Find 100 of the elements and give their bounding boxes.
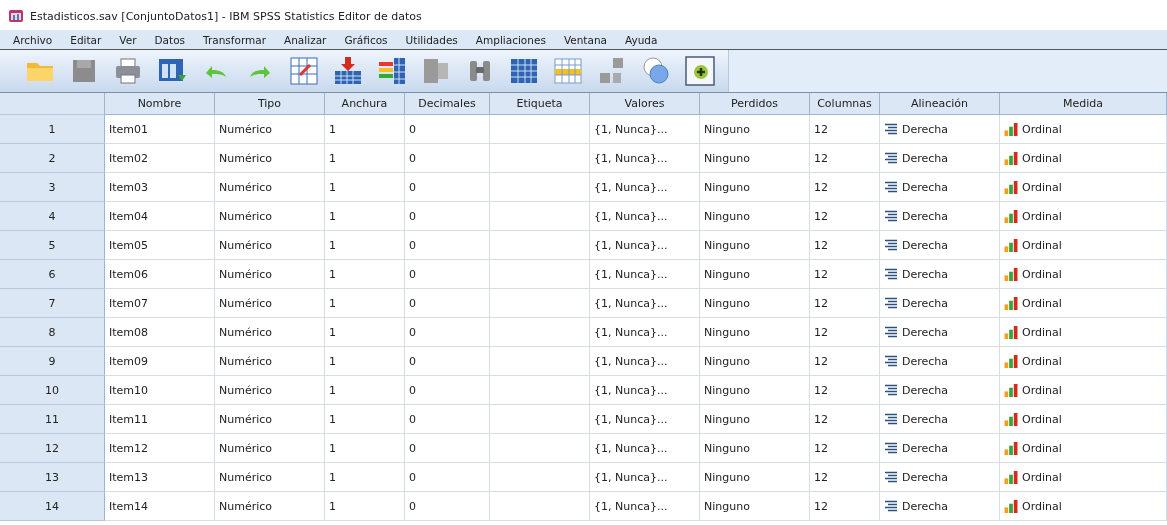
table-cell: 1	[329, 383, 336, 397]
table-cell: Item03	[109, 180, 149, 194]
row-number[interactable]: 10	[0, 376, 105, 405]
table-cell: 12	[814, 238, 828, 252]
column-header[interactable]: Medida	[1000, 93, 1167, 115]
table-cell: 1	[329, 296, 336, 310]
align-right-icon	[884, 122, 898, 136]
align-right-icon	[884, 499, 898, 513]
table-cell: Derecha	[902, 238, 949, 252]
align-right-icon	[884, 180, 898, 194]
table-cell: 12	[814, 267, 828, 281]
menu-item[interactable]: Ayuda	[616, 33, 667, 46]
row-number[interactable]: 3	[0, 173, 105, 202]
table-cell: {1, Nunca}...	[594, 354, 668, 368]
column-header[interactable]: Anchura	[325, 93, 405, 115]
table-cell: {1, Nunca}...	[594, 499, 668, 513]
table-cell: 1	[329, 499, 336, 513]
table-cell: Ordinal	[1022, 499, 1062, 513]
menu-item[interactable]: Utilidades	[396, 33, 467, 46]
table-cell: Ordinal	[1022, 122, 1062, 136]
table-cell: 1	[329, 441, 336, 455]
table-cell: Numérico	[219, 180, 273, 194]
table-cell: Ordinal	[1022, 180, 1062, 194]
row-number[interactable]: 8	[0, 318, 105, 347]
row-number[interactable]: 11	[0, 405, 105, 434]
table-cell: Item14	[109, 499, 149, 513]
menu-item[interactable]: Editar	[61, 33, 111, 46]
row-number[interactable]: 1	[0, 115, 105, 144]
table-cell: Ninguno	[704, 122, 750, 136]
table-cell: Derecha	[902, 383, 949, 397]
bar-chart-icon	[1004, 267, 1018, 281]
row-number[interactable]: 4	[0, 202, 105, 231]
menu-item[interactable]: Datos	[145, 33, 195, 46]
row-number[interactable]: 9	[0, 347, 105, 376]
menu-item[interactable]: Ventana	[554, 33, 616, 46]
table-cell: {1, Nunca}...	[594, 151, 668, 165]
table-cell: 0	[409, 412, 416, 426]
insert-column-icon[interactable]	[376, 55, 408, 87]
table-cell: Ninguno	[704, 383, 750, 397]
column-header[interactable]: Nombre	[105, 93, 215, 115]
add-icon[interactable]	[684, 55, 716, 87]
column-header[interactable]: Tipo	[215, 93, 325, 115]
row-number[interactable]: 7	[0, 289, 105, 318]
table-cell: Derecha	[902, 325, 949, 339]
table-cell: 12	[814, 209, 828, 223]
table-cell: 0	[409, 238, 416, 252]
row-number[interactable]: 12	[0, 434, 105, 463]
row-number[interactable]: 6	[0, 260, 105, 289]
align-right-icon	[884, 238, 898, 252]
menu-item[interactable]: Ampliaciones	[466, 33, 555, 46]
row-number[interactable]: 5	[0, 231, 105, 260]
table-cell: Numérico	[219, 122, 273, 136]
table-cell: Numérico	[219, 296, 273, 310]
row-number[interactable]: 14	[0, 492, 105, 521]
table-cell: Numérico	[219, 441, 273, 455]
table-cell: Item02	[109, 151, 149, 165]
align-right-icon	[884, 151, 898, 165]
table-cell: Ninguno	[704, 151, 750, 165]
table-cell: Numérico	[219, 238, 273, 252]
table-cell: Ordinal	[1022, 267, 1062, 281]
column-header[interactable]: Valores	[590, 93, 700, 115]
menu-item[interactable]: Transformar	[194, 33, 276, 46]
align-right-icon	[884, 267, 898, 281]
bar-chart-icon	[1004, 209, 1018, 223]
column-header[interactable]: Alineación	[880, 93, 1000, 115]
bar-chart-icon	[1004, 296, 1018, 310]
table-icon[interactable]	[552, 55, 584, 87]
column-header[interactable]: Perdidos	[700, 93, 810, 115]
menu-item[interactable]: Gráficos	[335, 33, 397, 46]
align-right-icon	[884, 325, 898, 339]
menu-item[interactable]: Ver	[110, 33, 146, 46]
row-number[interactable]: 2	[0, 144, 105, 173]
insert-row-icon[interactable]	[332, 55, 364, 87]
table-cell: Ordinal	[1022, 412, 1062, 426]
table-cell: 12	[814, 383, 828, 397]
column-header[interactable]: Etiqueta	[490, 93, 590, 115]
table-cell: Item07	[109, 296, 149, 310]
bar-chart-icon	[1004, 499, 1018, 513]
grid-icon[interactable]	[288, 55, 320, 87]
table-cell: 12	[814, 412, 828, 426]
table-cell: Ninguno	[704, 470, 750, 484]
table-cell: {1, Nunca}...	[594, 267, 668, 281]
bar-chart-icon	[1004, 354, 1018, 368]
circles-icon[interactable]	[640, 55, 672, 87]
bar-chart-icon	[1004, 325, 1018, 339]
table-cell: {1, Nunca}...	[594, 180, 668, 194]
align-right-icon	[884, 470, 898, 484]
table-cell: Item11	[109, 412, 149, 426]
bar-chart-icon	[1004, 441, 1018, 455]
menu-item[interactable]: Archivo	[4, 33, 62, 46]
table-cell: Ninguno	[704, 412, 750, 426]
menu-item[interactable]: Analizar	[275, 33, 336, 46]
table-cell: 12	[814, 180, 828, 194]
table-cell: 0	[409, 470, 416, 484]
window-title: Estadisticos.sav [ConjuntoDatos1] - IBM SPSS Statistics Editor de datos	[30, 9, 422, 23]
column-header[interactable]: Decimales	[405, 93, 490, 115]
column-header[interactable]: Columnas	[810, 93, 880, 115]
row-number[interactable]: 13	[0, 463, 105, 492]
table-cell: Derecha	[902, 441, 949, 455]
table-cell: 0	[409, 499, 416, 513]
